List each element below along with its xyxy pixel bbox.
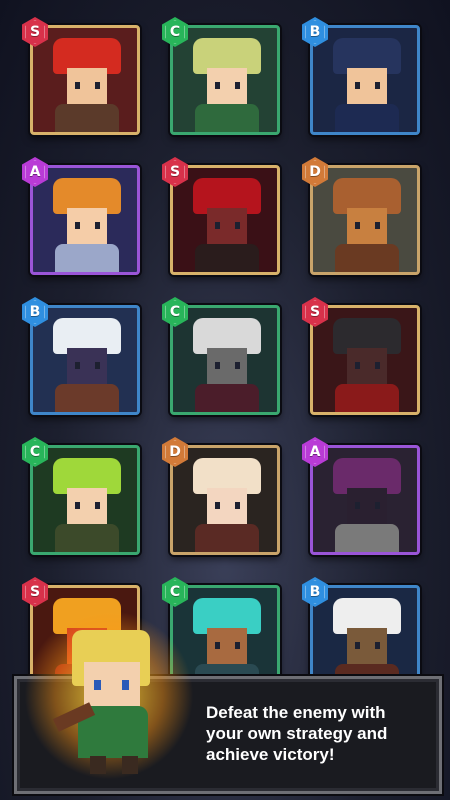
character-face xyxy=(347,488,387,524)
character-eye xyxy=(75,82,80,89)
character-portrait xyxy=(173,448,277,552)
character-eye xyxy=(355,502,360,509)
character-face xyxy=(347,208,387,244)
character-portrait xyxy=(33,308,137,412)
character-card[interactable] xyxy=(310,445,420,555)
character-eye xyxy=(375,222,380,229)
hero-leg-right xyxy=(122,756,138,774)
character-face xyxy=(67,488,107,524)
character-eye xyxy=(355,82,360,89)
character-eye xyxy=(375,82,380,89)
character-eye xyxy=(215,222,220,229)
hero-eye-right xyxy=(122,680,129,690)
character-portrait xyxy=(313,28,417,132)
character-portrait xyxy=(33,168,137,272)
character-card[interactable] xyxy=(30,165,140,275)
character-eye xyxy=(75,362,80,369)
character-eye xyxy=(235,502,240,509)
character-face xyxy=(207,68,247,104)
character-body xyxy=(55,244,119,272)
character-body xyxy=(195,524,259,552)
character-portrait xyxy=(33,448,137,552)
character-face xyxy=(207,628,247,664)
character-eye xyxy=(215,82,220,89)
character-portrait xyxy=(313,168,417,272)
character-card[interactable] xyxy=(170,305,280,415)
character-eye xyxy=(75,502,80,509)
character-face xyxy=(347,628,387,664)
character-portrait xyxy=(173,168,277,272)
character-eye xyxy=(235,222,240,229)
hero-eye-left xyxy=(94,680,101,690)
character-face xyxy=(347,68,387,104)
character-card[interactable] xyxy=(310,165,420,275)
character-eye xyxy=(235,642,240,649)
character-eye xyxy=(355,642,360,649)
character-portrait xyxy=(33,28,137,132)
character-face xyxy=(207,348,247,384)
character-eye xyxy=(375,502,380,509)
character-face xyxy=(67,68,107,104)
character-card[interactable] xyxy=(30,445,140,555)
character-face xyxy=(67,348,107,384)
character-face xyxy=(67,208,107,244)
hero-leg-left xyxy=(90,756,106,774)
character-eye xyxy=(95,222,100,229)
character-card[interactable] xyxy=(170,25,280,135)
banner-text: Defeat the enemy with your own strategy … xyxy=(206,703,388,764)
character-card[interactable] xyxy=(170,445,280,555)
character-card[interactable] xyxy=(310,25,420,135)
character-body xyxy=(335,384,399,412)
character-body xyxy=(55,524,119,552)
character-card[interactable] xyxy=(30,305,140,415)
character-body xyxy=(195,384,259,412)
character-face xyxy=(207,488,247,524)
character-eye xyxy=(95,82,100,89)
character-eye xyxy=(235,82,240,89)
featured-hero xyxy=(24,600,194,780)
character-body xyxy=(195,244,259,272)
character-portrait xyxy=(173,28,277,132)
character-body xyxy=(55,104,119,132)
character-card[interactable] xyxy=(170,165,280,275)
character-eye xyxy=(215,362,220,369)
character-eye xyxy=(375,642,380,649)
character-body xyxy=(335,524,399,552)
hero-face xyxy=(84,662,140,706)
character-face xyxy=(347,348,387,384)
character-body xyxy=(335,244,399,272)
character-eye xyxy=(215,502,220,509)
character-eye xyxy=(95,502,100,509)
character-eye xyxy=(235,362,240,369)
character-portrait xyxy=(313,308,417,412)
character-eye xyxy=(95,362,100,369)
character-eye xyxy=(215,642,220,649)
character-face xyxy=(207,208,247,244)
character-body xyxy=(55,384,119,412)
character-body xyxy=(195,104,259,132)
character-portrait xyxy=(173,308,277,412)
character-body xyxy=(335,104,399,132)
character-eye xyxy=(375,362,380,369)
character-eye xyxy=(75,222,80,229)
character-portrait xyxy=(313,448,417,552)
character-card[interactable] xyxy=(310,305,420,415)
character-eye xyxy=(355,222,360,229)
character-card[interactable] xyxy=(30,25,140,135)
character-eye xyxy=(355,362,360,369)
